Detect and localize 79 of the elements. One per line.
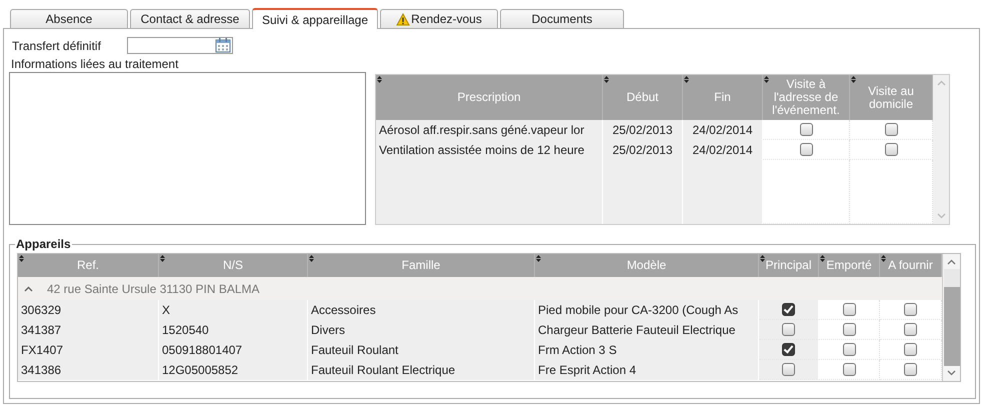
column-title: Visite au domicile [867,84,915,110]
checkbox[interactable] [842,323,856,336]
sort-icon[interactable] [160,255,165,262]
sort-icon[interactable] [820,255,825,262]
group-label[interactable]: 42 rue Sainte Ursule 31130 PIN BALMA [47,282,260,296]
table-cell: 306329 [18,300,159,320]
field-label: Transfert définitif [11,38,102,52]
column-title: Ref. [76,259,99,272]
table-cell: 12G05005852 [159,360,308,380]
tab[interactable]: Documents [500,9,624,28]
checkbox[interactable] [800,123,812,136]
table-cell: 24/02/2014 [683,120,763,140]
table-cell: Fre Esprit Action 4 [535,360,759,380]
sort-icon[interactable] [684,76,689,83]
scroll-up-icon[interactable] [947,259,956,265]
group-title: Appareils [15,237,72,251]
checkbox[interactable] [904,343,917,356]
column-title: A fournir [888,259,933,272]
checkbox[interactable] [842,303,856,316]
table-cell: Divers [308,320,535,340]
sort-icon[interactable] [19,255,24,262]
column-title: Visite à l'adresse de l'événement. [771,78,841,117]
table-cell: Pied mobile pour CA-3200 (Cough As [535,300,759,320]
table-cell: Ventilation assistée moins de 12 heure [376,140,603,160]
table-cell: Fauteuil Roulant Electrique [308,360,535,380]
column-title: Emporté [826,259,872,272]
sort-icon[interactable] [760,255,765,262]
checkbox[interactable] [782,303,795,316]
checkbox[interactable] [782,323,795,336]
scroll-thumb[interactable] [944,269,960,366]
warning-icon [396,12,410,26]
scroll-down-icon[interactable] [947,370,956,376]
column-title: Début [626,91,659,104]
column-title: Principal [765,259,812,272]
checkbox[interactable] [904,323,917,336]
column-title: Prescription [457,91,521,104]
table-cell: Aérosol aff.respir.sans géné.vapeur lor [376,120,603,140]
date-field[interactable] [127,37,233,54]
table-cell: X [159,300,308,320]
tab[interactable]: Contact & adresse [130,9,250,28]
sort-icon[interactable] [881,255,886,262]
checkbox[interactable] [904,303,917,316]
checkbox[interactable] [800,143,812,156]
scrollbar[interactable] [942,254,960,381]
sort-icon[interactable] [764,76,769,83]
checkbox[interactable] [782,343,795,356]
table-cell: FX1407 [18,340,159,360]
calendar-icon[interactable] [215,38,231,53]
sort-icon[interactable] [604,76,609,83]
sort-icon[interactable] [851,76,856,83]
table-cell: 341387 [18,320,159,340]
tab[interactable]: Rendez-vous [380,9,498,28]
table-cell: Chargeur Batterie Fauteuil Electrique [535,320,759,340]
checkbox[interactable] [884,123,898,136]
table-cell: Fauteuil Roulant [308,340,535,360]
table-cell: Frm Action 3 S [535,340,759,360]
column-title: Fin [714,91,731,104]
field-label: Informations liées au traitement [10,57,180,71]
column-title: Famille [402,259,440,272]
column-title: Modèle [626,259,666,272]
checkbox[interactable] [842,363,856,376]
checkbox[interactable] [904,363,917,376]
checkbox[interactable] [782,363,795,376]
collapse-icon[interactable] [24,286,33,292]
checkbox[interactable] [842,343,856,356]
table-cell: 25/02/2013 [603,140,683,160]
table-cell: 050918801407 [159,340,308,360]
column-title: N/S [222,259,243,272]
sort-icon[interactable] [377,76,382,83]
table-cell: 1520540 [159,320,308,340]
table-cell: 24/02/2014 [683,140,763,160]
table-cell: Accessoires [308,300,535,320]
tab[interactable]: Absence [10,9,128,28]
tab[interactable]: Suivi & appareillage [252,8,378,29]
table-cell: 25/02/2013 [603,120,683,140]
sort-icon[interactable] [309,255,314,262]
checkbox[interactable] [884,143,898,156]
table-cell: 341386 [18,360,159,380]
sort-icon[interactable] [536,255,541,262]
